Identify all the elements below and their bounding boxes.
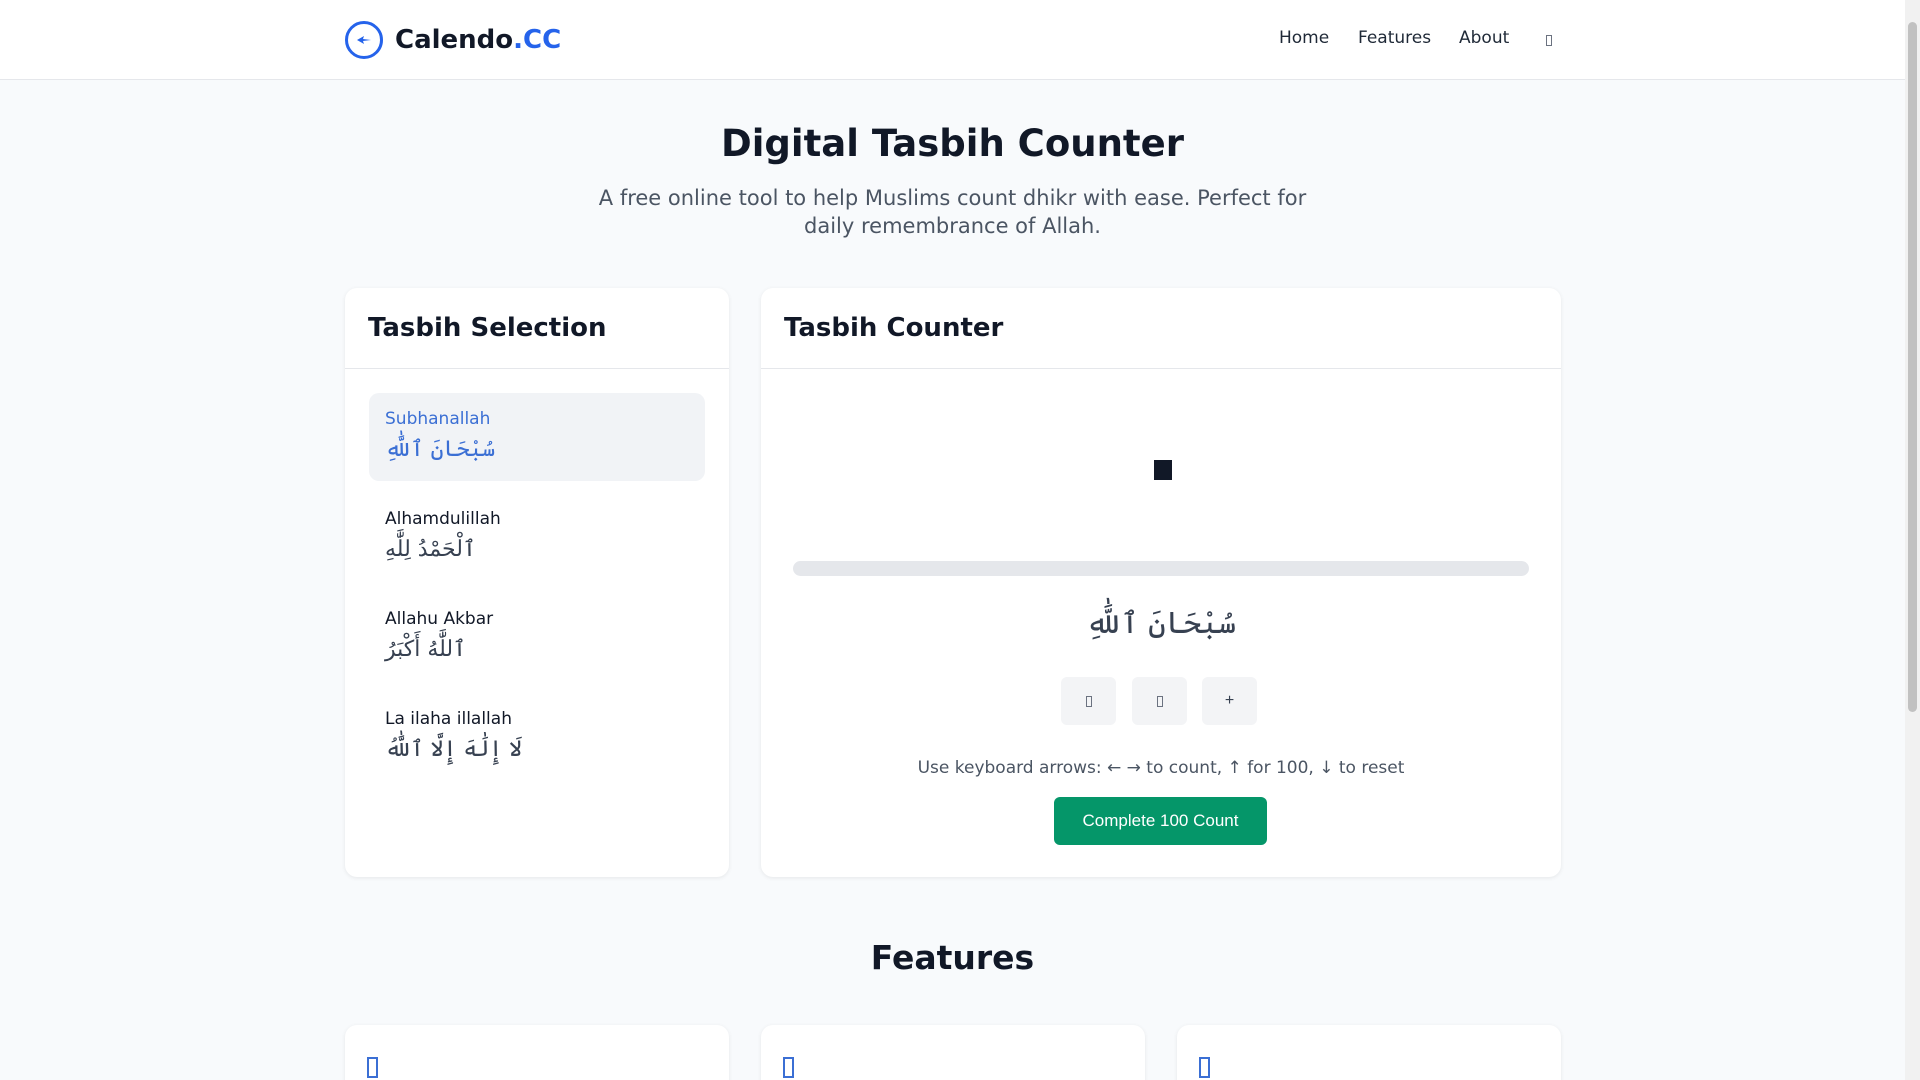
complete-100-button[interactable]: Complete 100 Count	[1054, 797, 1267, 845]
nav-features-link[interactable]: Features	[1358, 28, 1431, 48]
tasbih-arabic: لَا إِلَٰهَ إِلَّا ٱللَّٰهُ	[385, 737, 522, 762]
moon-icon	[1546, 34, 1552, 46]
tasbih-name: Allahu Akbar	[385, 609, 494, 629]
tasbih-item-allahu-akbar[interactable]: Allahu Akbar ٱللَّٰهُ أَكْبَرُ	[369, 593, 705, 681]
brand-name: Calendo.CC	[395, 25, 561, 55]
counter-card-title: Tasbih Counter	[784, 313, 1004, 343]
reset-icon	[1085, 695, 1092, 707]
feature-card	[345, 1025, 729, 1080]
brand-name-text: Calendo	[395, 25, 514, 55]
tasbih-arabic: ٱلْحَمْدُ لِلَّٰهِ	[385, 537, 476, 562]
page-subtitle: A free online tool to help Muslims count…	[598, 186, 1307, 238]
current-tasbih-arabic: سُبْحَانَ ٱللَّٰهِ	[1085, 606, 1237, 641]
tasbih-arabic: سُبْحَانَ ٱللَّٰهِ	[385, 437, 496, 462]
tasbih-item-subhanallah[interactable]: Subhanallah سُبْحَانَ ٱللَّٰهِ	[369, 393, 705, 481]
feature-card	[761, 1025, 1145, 1080]
theme-toggle-button[interactable]	[1540, 30, 1558, 50]
scrollbar-thumb[interactable]	[1908, 22, 1917, 712]
features-heading: Features	[870, 938, 1035, 977]
count-display	[1154, 460, 1172, 480]
increment-button[interactable]: +	[1202, 677, 1257, 725]
brand-tld: .CC	[513, 25, 562, 55]
compass-logo-icon	[345, 21, 383, 59]
tasbih-name: Subhanallah	[385, 409, 491, 429]
tasbih-item-la-ilaha-illallah[interactable]: La ilaha illallah لَا إِلَٰهَ إِلَّا ٱلل…	[369, 693, 705, 781]
keyboard-hint: Use keyboard arrows: ← → to count, ↑ for…	[917, 758, 1405, 778]
counter-card-header: Tasbih Counter	[761, 288, 1561, 369]
reset-button[interactable]	[1061, 677, 1116, 725]
page-scrollbar[interactable]	[1905, 0, 1920, 1080]
feature-icon	[1199, 1057, 1210, 1078]
selection-card-header: Tasbih Selection	[345, 288, 729, 369]
tasbih-name: Alhamdulillah	[385, 509, 501, 529]
feature-card	[1177, 1025, 1561, 1080]
feature-icon	[783, 1057, 794, 1078]
nav-home-link[interactable]: Home	[1279, 28, 1329, 48]
top-navbar: Calendo.CC Home Features About	[0, 0, 1905, 80]
brand-link[interactable]: Calendo.CC	[345, 20, 561, 60]
nav-about-link[interactable]: About	[1459, 28, 1509, 48]
page-title: Digital Tasbih Counter	[721, 122, 1184, 165]
tasbih-item-alhamdulillah[interactable]: Alhamdulillah ٱلْحَمْدُ لِلَّٰهِ	[369, 493, 705, 581]
sound-toggle-button[interactable]	[1132, 677, 1187, 725]
selection-card-title: Tasbih Selection	[368, 313, 607, 343]
tasbih-counter-card: Tasbih Counter سُبْحَانَ ٱللَّٰهِ + Use …	[761, 288, 1561, 877]
feature-icon	[367, 1057, 378, 1078]
tasbih-arabic: ٱللَّٰهُ أَكْبَرُ	[385, 637, 467, 662]
sound-icon	[1156, 695, 1163, 707]
tasbih-selection-card: Tasbih Selection Subhanallah سُبْحَانَ ٱ…	[345, 288, 729, 877]
progress-bar	[793, 561, 1529, 576]
tasbih-name: La ilaha illallah	[385, 709, 512, 729]
